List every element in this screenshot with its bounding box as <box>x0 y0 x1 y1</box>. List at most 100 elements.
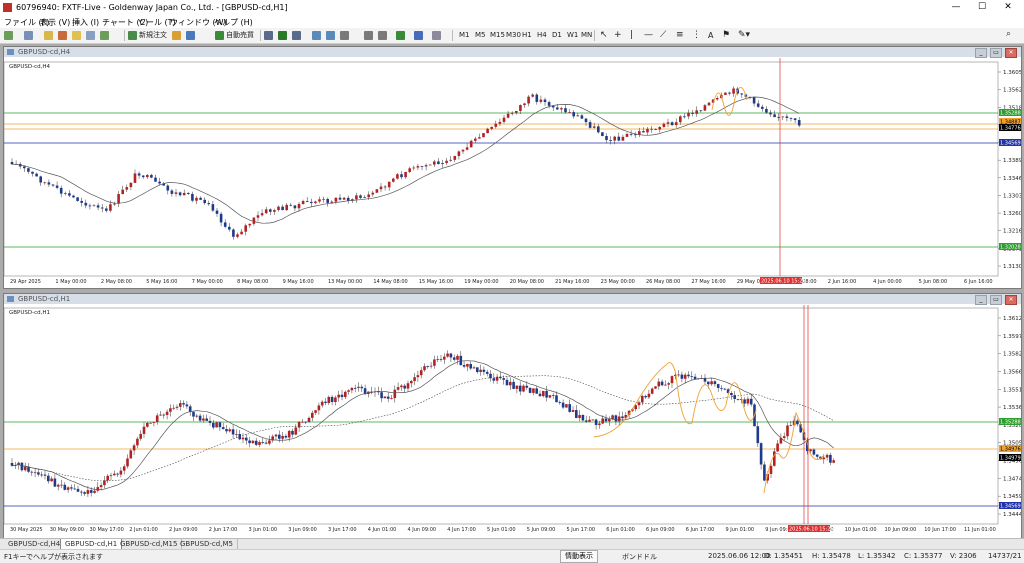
time-tick-label: 6 Jun 01:00 <box>606 527 635 533</box>
candle-bullish <box>146 422 149 427</box>
h1-close-button[interactable]: ✕ <box>1005 295 1017 305</box>
candle-bearish <box>761 106 764 109</box>
timeframe-m1[interactable]: M1 <box>459 30 470 41</box>
new-order-icon[interactable] <box>128 31 137 40</box>
tester-icon[interactable] <box>100 31 109 40</box>
new-chart-icon[interactable] <box>4 31 13 40</box>
candle-bearish <box>654 129 657 130</box>
candle-bearish <box>535 388 538 394</box>
chart-h4[interactable]: GBPUSD-cd,H41.360501.356201.351801.34750… <box>4 58 1021 287</box>
metaeditor-icon[interactable] <box>172 31 181 40</box>
candle-bearish <box>23 166 26 169</box>
autoscroll-icon[interactable] <box>378 31 387 40</box>
zoom-out-icon[interactable] <box>326 31 335 40</box>
text-tool-icon[interactable]: A <box>708 30 713 41</box>
candle-bullish <box>169 408 172 412</box>
candle-bullish <box>387 181 391 188</box>
maximize-button[interactable]: ☐ <box>970 1 994 13</box>
candle-bearish <box>89 490 93 493</box>
menu-help[interactable]: ヘルプ (H) <box>214 17 253 28</box>
candle-bearish <box>759 443 763 465</box>
candle-bearish <box>162 414 166 416</box>
status-datetime: 2025.06.06 12:00 <box>708 552 771 560</box>
candle-bearish <box>730 393 733 396</box>
trendline-icon[interactable]: ⟋ <box>660 30 666 41</box>
candle-bearish <box>756 103 760 107</box>
candle-bullish <box>314 201 317 204</box>
new-order-button[interactable]: 新規注文 <box>139 30 167 41</box>
horizontal-line-icon[interactable]: — <box>644 30 653 41</box>
crosshair-icon[interactable]: + <box>614 30 622 41</box>
navigator-icon[interactable] <box>72 31 81 40</box>
shapes-icon[interactable]: ✎▾ <box>738 30 750 41</box>
tab-m15[interactable]: GBPUSD-cd,M15 <box>116 539 183 549</box>
candle-bullish <box>252 217 256 224</box>
data-window-icon[interactable] <box>58 31 67 40</box>
candle-bearish <box>713 381 717 385</box>
chart-shift-icon[interactable] <box>364 31 373 40</box>
market-watch-icon[interactable] <box>44 31 53 40</box>
time-tick-label: 3 Jun 09:00 <box>288 527 317 533</box>
candle-bearish <box>73 488 76 490</box>
price-badge-label: 1.34976 <box>1000 447 1021 453</box>
fibonacci-icon[interactable]: ⋮ <box>692 30 701 41</box>
terminal-icon[interactable] <box>86 31 95 40</box>
candle-bearish <box>789 117 793 119</box>
vertical-line-icon[interactable]: | <box>630 30 633 41</box>
candle-bullish <box>109 475 113 477</box>
search-icon[interactable]: ⌕ <box>1006 29 1018 41</box>
tab-h4[interactable]: GBPUSD-cd,H4 <box>4 539 66 549</box>
menu-view[interactable]: 表示 (V) <box>40 17 70 28</box>
h4-minimize-button[interactable]: _ <box>975 48 987 58</box>
candle-bearish <box>614 415 618 422</box>
candle-bullish <box>396 387 400 390</box>
candle-bullish <box>445 160 448 163</box>
indicators-icon[interactable] <box>396 31 405 40</box>
cursor-icon[interactable]: ↖ <box>600 30 608 41</box>
candle-bearish <box>207 203 211 205</box>
auto-trade-icon[interactable] <box>215 31 224 40</box>
timeframe-m15[interactable]: M15 <box>490 30 505 41</box>
experts-icon[interactable] <box>186 31 195 40</box>
timeframe-d1[interactable]: D1 <box>552 30 562 41</box>
h4-restore-button[interactable]: ▭ <box>990 48 1002 58</box>
menu-insert[interactable]: 挿入 (I) <box>72 17 99 28</box>
chart-window-h1: GBPUSD-cd,H1 _ ▭ ✕ GBPUSD-cd,H1 1.36125 1.… <box>3 293 1022 539</box>
status-center-button[interactable]: 情動表示 <box>560 550 598 563</box>
label-tool-icon[interactable]: ⚑ <box>722 30 730 41</box>
templates-icon[interactable] <box>432 31 441 40</box>
candle-bearish <box>84 202 88 206</box>
candle-bullish <box>113 473 116 476</box>
candle-bullish <box>172 407 175 409</box>
tile-windows-icon[interactable] <box>340 31 349 40</box>
h4-close-button[interactable]: ✕ <box>1005 48 1017 58</box>
candle-bearish <box>245 437 248 441</box>
candle-bearish <box>670 122 674 126</box>
close-button[interactable]: ✕ <box>996 1 1020 13</box>
candle-bearish <box>716 384 720 388</box>
zoom-in-icon[interactable] <box>312 31 321 40</box>
tab-m5[interactable]: GBPUSD-cd,M5 <box>176 539 238 549</box>
line-chart-icon[interactable] <box>292 31 301 40</box>
timeframe-m5[interactable]: M5 <box>475 30 486 41</box>
auto-trade-button[interactable]: 自動売買 <box>226 30 254 41</box>
time-tick-label: 4 Jun 09:00 <box>408 527 437 533</box>
chart-h1[interactable]: GBPUSD-cd,H1 1.36125 1.35970 1.35820 1.35665… <box>4 305 1021 537</box>
candle-bearish <box>116 473 119 475</box>
h1-minimize-button[interactable]: _ <box>975 295 987 305</box>
candle-bearish <box>218 422 222 428</box>
periods-icon[interactable] <box>414 31 423 40</box>
timeframe-h4[interactable]: H4 <box>537 30 547 41</box>
timeframe-w1[interactable]: W1 <box>567 30 578 41</box>
candle-bullish <box>235 433 238 435</box>
timeframe-mn[interactable]: MN <box>581 30 592 41</box>
bar-chart-icon[interactable] <box>264 31 273 40</box>
candle-bullish <box>625 133 629 137</box>
timeframe-m30[interactable]: M30 <box>506 30 521 41</box>
channel-icon[interactable]: ≡ <box>676 30 684 41</box>
h1-restore-button[interactable]: ▭ <box>990 295 1002 305</box>
candlestick-icon[interactable] <box>278 31 287 40</box>
minimize-button[interactable]: — <box>944 1 968 13</box>
profiles-icon[interactable] <box>24 31 33 40</box>
timeframe-h1[interactable]: H1 <box>522 30 532 41</box>
